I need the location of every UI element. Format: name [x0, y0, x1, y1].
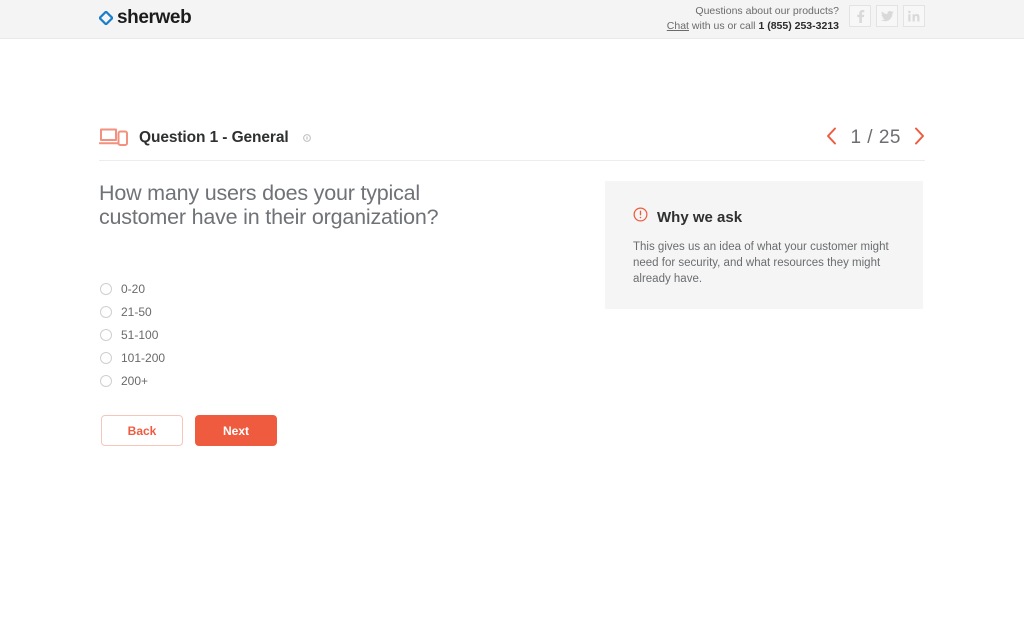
page-counter: 1 / 25	[850, 127, 901, 148]
contact-mid-text: with us or call	[688, 20, 759, 32]
radio-icon[interactable]	[100, 282, 112, 295]
contact-chat-line: Chat with us or call 1 (855) 253-3213	[667, 19, 839, 34]
pagination: 1 / 25	[826, 127, 925, 150]
top-header-bar: sherweb Questions about our products? Ch…	[0, 0, 1024, 39]
option-row-4[interactable]: 200+	[100, 369, 400, 392]
why-we-ask-title: Why we ask	[657, 208, 743, 226]
option-row-1[interactable]: 21-50	[100, 300, 400, 323]
twitter-icon[interactable]	[876, 5, 898, 27]
radio-icon[interactable]	[100, 305, 112, 318]
header-divider	[99, 160, 925, 161]
radio-icon[interactable]	[100, 328, 112, 341]
option-label: 0-20	[121, 281, 146, 296]
page-title: Question 1 - General	[139, 129, 289, 146]
devices-icon	[99, 127, 129, 149]
question-header-row: Question 1 - General 1 / 25	[99, 117, 925, 159]
linkedin-icon[interactable]	[903, 5, 925, 27]
phone-number[interactable]: 1 (855) 253-3213	[758, 20, 839, 32]
why-we-ask-body: This gives us an idea of what your custo…	[633, 241, 889, 285]
why-we-ask-panel: Why we ask This gives us an idea of what…	[605, 181, 923, 309]
chat-link[interactable]: Chat	[667, 20, 689, 32]
contact-question-line: Questions about our products?	[695, 5, 839, 17]
option-label: 200+	[121, 373, 149, 388]
option-row-0[interactable]: 0-20	[100, 277, 400, 300]
option-label: 101-200	[121, 350, 166, 365]
answer-options-group: 0-20 21-50 51-100 101-200 200+	[100, 277, 400, 392]
option-row-3[interactable]: 101-200	[100, 346, 400, 369]
question-text: How many users does your typical custome…	[99, 181, 439, 229]
sherweb-logo[interactable]: sherweb	[99, 7, 192, 28]
option-label: 51-100	[121, 327, 159, 342]
option-row-2[interactable]: 51-100	[100, 323, 400, 346]
back-button[interactable]: Back	[101, 415, 183, 446]
next-button[interactable]: Next	[195, 415, 277, 446]
form-actions: Back Next	[101, 415, 277, 446]
question-header-left: Question 1 - General	[99, 127, 311, 149]
facebook-icon[interactable]	[849, 5, 871, 27]
info-circle-icon	[633, 207, 648, 227]
chevron-left-icon[interactable]	[826, 127, 837, 150]
radio-icon[interactable]	[100, 351, 112, 364]
why-we-ask-header: Why we ask	[633, 207, 895, 227]
radio-icon[interactable]	[100, 374, 112, 387]
diamond-logo-icon	[99, 10, 113, 25]
info-circle-icon[interactable]	[302, 129, 311, 147]
option-label: 21-50	[121, 304, 152, 319]
social-links	[849, 5, 925, 27]
logo-wordmark: sherweb	[117, 7, 192, 28]
chevron-right-icon[interactable]	[914, 127, 925, 150]
header-contact-info: Questions about our products? Chat with …	[667, 4, 839, 34]
